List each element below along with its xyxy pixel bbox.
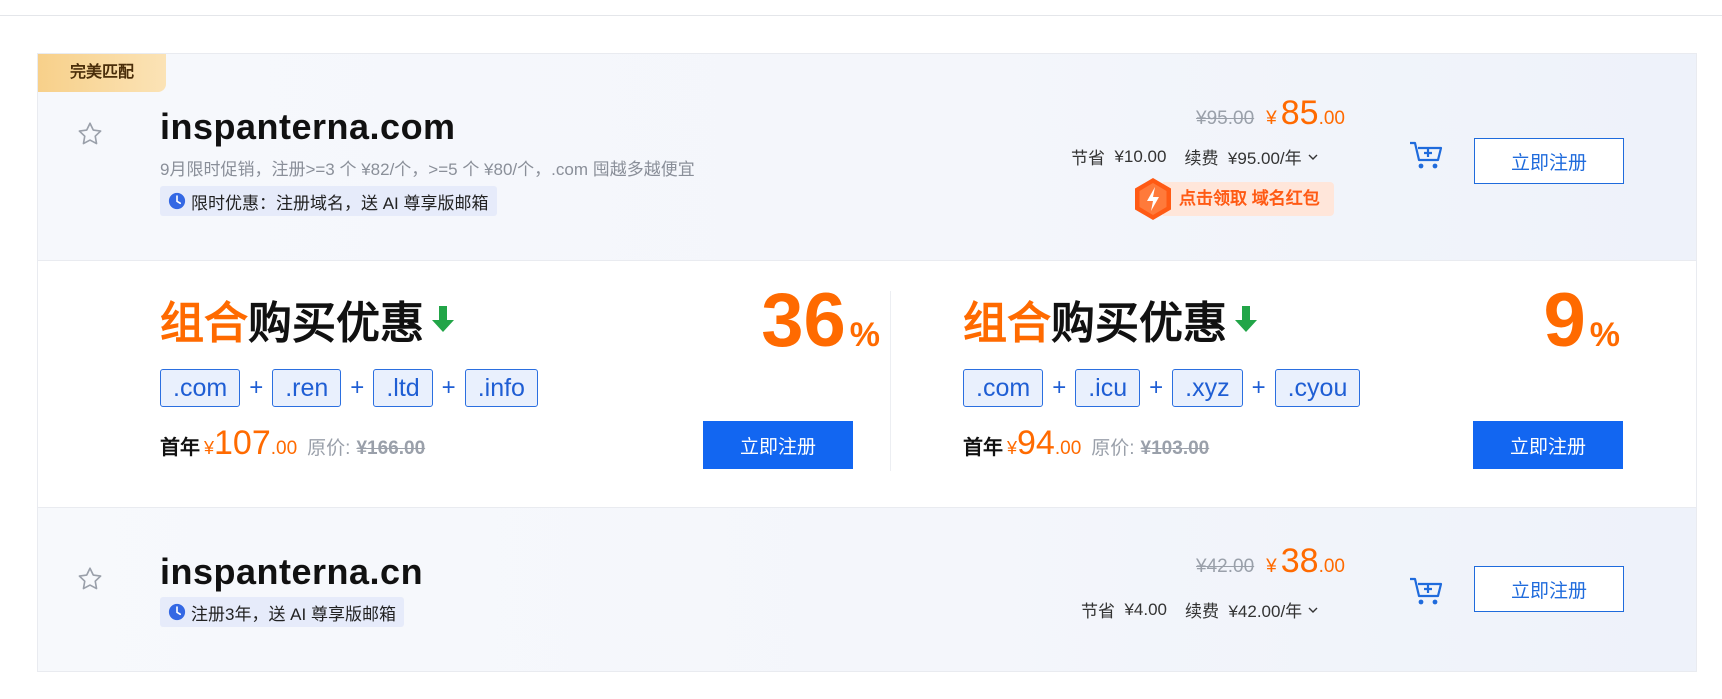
domain-name: inspanterna.com [160,106,456,147]
chevron-down-icon[interactable] [1307,604,1319,616]
top-divider [0,15,1722,16]
combo-register-button[interactable]: 立即注册 [1473,421,1623,469]
clock-icon [168,603,186,621]
save-label: 节省 [1071,149,1105,168]
combo-offers-card: 组合 购买优惠 36% .com + .ren + .ltd + .info 首年… [37,260,1697,508]
percent-sign: % [1589,316,1620,354]
save-value: ¥4.00 [1124,599,1167,619]
domain-result-card: inspanterna.cn 注册3年，送 AI 尊享版邮箱 ¥42.00 ¥ … [37,507,1697,672]
suffix-tag: .ltd [373,369,433,407]
original-price-label: 原价: [1091,438,1135,459]
currency-symbol: ¥ [1266,108,1277,129]
first-year-label: 首年 [160,437,200,459]
save-value: ¥10.00 [1114,146,1167,166]
discount-percent: 9% [1543,277,1620,364]
register-button[interactable]: 立即注册 [1474,566,1624,612]
favorite-star-icon[interactable] [76,565,104,593]
save-renew-line: 节省 ¥10.00 续费 ¥95.00/年 [1071,144,1319,169]
down-arrow-icon [1235,306,1257,332]
combo-register-button[interactable]: 立即注册 [703,421,853,469]
combo-suffixes: .com + .ren + .ltd + .info [160,369,538,407]
combo-title-text: 购买优惠 [1051,299,1227,348]
renew-value[interactable]: ¥42.00/年 [1228,597,1302,622]
currency-symbol: ¥ [204,438,215,458]
lightning-icon [1135,178,1171,220]
promo-tag-label: 限时优惠：注册域名，送 AI 尊享版邮箱 [191,193,489,213]
original-price: ¥103.00 [1140,438,1210,459]
price-decimal: .00 [1054,438,1082,459]
plus-sign: + [1052,374,1067,401]
suffix-tag: .icu [1075,369,1141,407]
clock-icon [168,192,186,210]
renew-label: 续费 [1185,602,1219,621]
domain-result-card: 完美匹配 inspanterna.com 9月限时促销，注册>=3 个 ¥82/… [37,53,1697,261]
price-decimal: .00 [1318,108,1345,129]
add-to-cart-icon[interactable] [1408,138,1444,172]
save-label: 节省 [1081,602,1115,621]
combo-price: 首年 ¥ 94 .00 原价: ¥103.00 [963,424,1209,463]
chevron-down-icon[interactable] [1307,151,1319,163]
coupon-label: 点击领取 域名红包 [1163,182,1334,216]
suffix-tag: .com [160,369,241,407]
combo-suffixes: .com + .icu + .xyz + .cyou [963,369,1361,407]
renew-value[interactable]: ¥95.00/年 [1228,144,1302,169]
combo-title-highlight: 组合 [963,299,1051,348]
domain-name: inspanterna.cn [160,551,424,592]
percent-sign: % [849,316,880,354]
perfect-match-badge: 完美匹配 [38,54,166,92]
plus-sign: + [350,374,365,401]
price-decimal: .00 [270,438,298,459]
price-line: ¥95.00 ¥ 85 .00 [1196,94,1345,133]
old-price: ¥95.00 [1196,108,1255,129]
price-integer: 85 [1280,94,1319,132]
plus-sign: + [441,374,456,401]
price-integer: 107 [214,424,271,462]
original-price-label: 原价: [307,438,351,459]
register-button[interactable]: 立即注册 [1474,138,1624,184]
favorite-star-icon[interactable] [76,120,104,148]
promo-tag: 注册3年，送 AI 尊享版邮箱 [160,597,404,627]
suffix-tag: .cyou [1274,369,1361,407]
currency-symbol: ¥ [1266,556,1277,577]
add-to-cart-icon[interactable] [1408,574,1444,608]
suffix-tag: .xyz [1172,369,1243,407]
price-integer: 38 [1280,542,1319,580]
discount-value: 36 [761,278,846,363]
price-integer: 94 [1017,424,1055,462]
down-arrow-icon [432,306,454,332]
coupon-button[interactable]: 点击领取 域名红包 [1133,178,1334,220]
discount-percent: 36% [761,277,880,364]
plus-sign: + [1149,374,1164,401]
price-decimal: .00 [1318,556,1345,577]
combo-title-highlight: 组合 [160,299,248,348]
renew-label: 续费 [1184,149,1219,168]
combo-title: 组合 购买优惠 [963,287,1259,351]
old-price: ¥42.00 [1196,556,1255,577]
combo-price: 首年 ¥ 107 .00 原价: ¥166.00 [160,424,425,463]
promo-text: 9月限时促销，注册>=3 个 ¥82/个，>=5 个 ¥80/个，.com 囤越… [160,160,695,179]
first-year-label: 首年 [963,437,1003,459]
save-renew-line: 节省 ¥4.00 续费 ¥42.00/年 [1081,597,1319,622]
promo-tag-label: 注册3年，送 AI 尊享版邮箱 [191,604,396,624]
suffix-tag: .ren [272,369,342,407]
plus-sign: + [1251,374,1266,401]
currency-symbol: ¥ [1007,438,1018,458]
suffix-tag: .com [963,369,1044,407]
combo-title-text: 购买优惠 [248,299,424,348]
promo-tag: 限时优惠：注册域名，送 AI 尊享版邮箱 [160,186,497,216]
discount-value: 9 [1543,278,1586,363]
original-price: ¥166.00 [356,438,426,459]
plus-sign: + [249,374,264,401]
combo-divider [890,291,891,471]
combo-title: 组合 购买优惠 [160,287,456,351]
suffix-tag: .info [464,369,538,407]
price-line: ¥42.00 ¥ 38 .00 [1196,542,1345,581]
